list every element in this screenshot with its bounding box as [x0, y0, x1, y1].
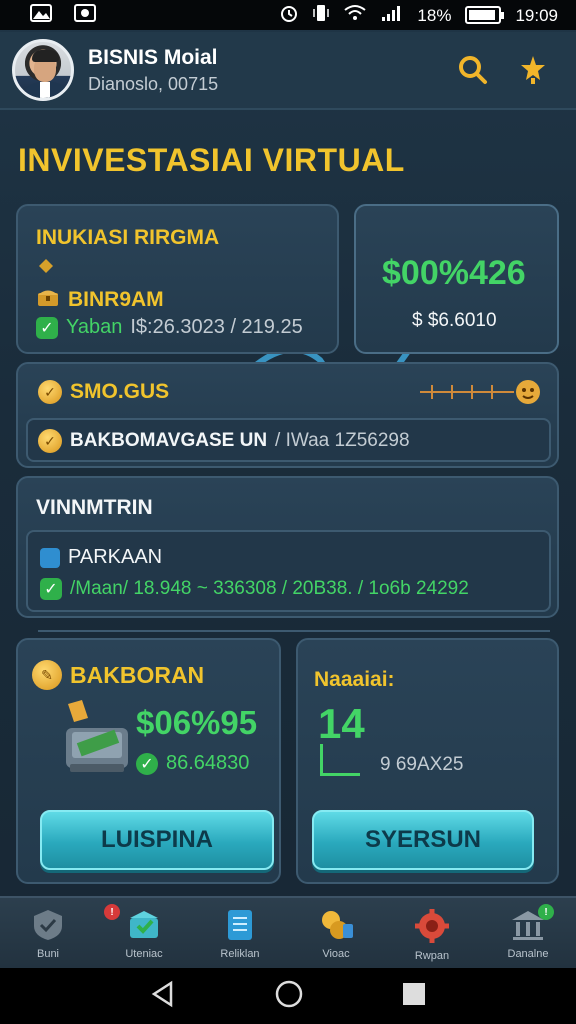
lock-icon — [40, 547, 60, 568]
coins-icon — [322, 911, 353, 939]
wide-card[interactable]: VINNMTRIN PARKAAN ✓ /Maan/ 18.948 ~ 3363… — [16, 476, 559, 618]
counter-action-button[interactable]: SYERSUN — [312, 810, 534, 870]
investment-item-label: BINR9AM — [68, 287, 164, 311]
bottom-navigation: Buni ! Uteniac Reliklan Vioac Rwpan ! Da… — [0, 896, 576, 968]
cash-machine-icon — [58, 698, 134, 785]
value-card-amount: $00%426 — [382, 254, 526, 292]
wide-card-row-text: /Maan/ 18.948 ~ 336308 / 20B38. / 1o6b 2… — [70, 578, 469, 599]
savings-action-button[interactable]: LUISPINA — [40, 810, 274, 870]
star-icon — [521, 56, 545, 84]
value-card-sub: $ $6.6010 — [412, 310, 497, 331]
status-bar: 18% 19:09 — [0, 0, 576, 30]
divider — [38, 630, 550, 632]
coin-icon: ✎ — [32, 660, 62, 690]
back-icon[interactable] — [149, 980, 177, 1013]
bonus-label: SMO.GUS — [70, 380, 170, 403]
box-icon — [130, 911, 158, 938]
clock-time: 19:09 — [515, 5, 558, 25]
investment-card-title: INUKIASI RIRGMA — [36, 226, 220, 249]
nav-item-danalne[interactable]: ! Danalne — [488, 904, 568, 960]
alarm-icon — [279, 3, 299, 28]
savings-title: BAKBORAN — [70, 661, 205, 688]
savings-sub-value: 86.64830 — [166, 752, 250, 774]
nav-item-reliklan[interactable]: Reliklan — [200, 908, 280, 960]
document-icon — [228, 910, 252, 940]
nav-label: Rwpan — [414, 950, 450, 962]
gallery-notification-icon — [74, 3, 96, 27]
system-navigation — [0, 968, 576, 1024]
bonus-row-value: / IWaa 1Z56298 — [275, 430, 410, 451]
face-icon — [514, 378, 542, 411]
home-icon[interactable] — [274, 979, 304, 1014]
chest-icon — [36, 286, 60, 313]
bracket-graphic — [320, 744, 360, 776]
coin-icon: ✓ — [38, 429, 62, 453]
savings-value: $06%95 — [136, 704, 258, 741]
counter-label: Naaaiai: — [314, 668, 395, 691]
nav-item-rwpan[interactable]: Rwpan — [392, 908, 472, 962]
vibrate-icon — [313, 3, 330, 28]
header-subtitle: Dianoslo, 00715 — [88, 73, 219, 94]
nav-item-vioac[interactable]: Vioac — [296, 908, 376, 960]
bonus-row-text: BAKBOMAVGASE UN — [70, 430, 268, 451]
wifi-icon — [343, 4, 367, 27]
bonus-row[interactable]: ✓ BAKBOMAVGASE UN / IWaa 1Z56298 — [26, 418, 551, 462]
notification-badge: ! — [104, 904, 120, 920]
signal-icon — [381, 4, 403, 27]
nav-label: Buni — [36, 948, 60, 960]
investment-status-label: Yaban — [66, 316, 123, 338]
coin-icon: ✓ — [38, 380, 62, 404]
nav-label: Danalne — [507, 948, 549, 960]
battery-percent: 18% — [417, 5, 452, 25]
counter-sub-value: 9 69AX25 — [380, 754, 464, 775]
search-icon — [459, 56, 487, 84]
battery-icon — [465, 6, 505, 24]
shield-check-icon — [34, 910, 62, 940]
diamond-icon — [38, 258, 54, 279]
image-notification-icon — [30, 3, 52, 27]
nav-label: Uteniac — [125, 948, 163, 960]
gear-icon — [415, 909, 449, 943]
nav-item-uteniac[interactable]: ! Uteniac — [104, 904, 184, 960]
nav-label: Vioac — [322, 948, 350, 960]
nav-item-buni[interactable]: Buni — [8, 908, 88, 960]
progress-ticks-graphic — [418, 382, 518, 407]
check-icon: ✓ — [40, 578, 62, 600]
check-icon: ✓ — [136, 752, 158, 775]
nav-label: Reliklan — [220, 948, 260, 960]
wide-card-title: VINNMTRIN — [36, 496, 153, 519]
page-title: INVIVESTASIAI VIRTUAL — [18, 142, 405, 178]
wide-card-panel[interactable]: PARKAAN ✓ /Maan/ 18.948 ~ 336308 / 20B38… — [26, 530, 551, 612]
search-button[interactable] — [452, 49, 494, 91]
value-card[interactable]: $00%426 $ $6.6010 — [354, 204, 559, 354]
counter-number: 14 — [318, 700, 365, 747]
recent-apps-icon[interactable] — [401, 981, 427, 1012]
header-title: BISNIS Moial — [88, 45, 218, 69]
favorite-button[interactable] — [512, 49, 554, 91]
check-icon: ✓ — [36, 316, 58, 339]
app-header: BISNIS Moial Dianoslo, 00715 — [0, 32, 576, 110]
investment-status-value: I$:26.3023 / 219.25 — [130, 316, 303, 338]
avatar[interactable] — [12, 39, 74, 101]
bonus-card[interactable]: ✓ SMO.GUS ✓ BAKBOMAVGASE UN / IWaa 1Z562… — [16, 362, 559, 468]
notification-badge: ! — [538, 904, 554, 920]
wide-card-item-label: PARKAAN — [68, 546, 163, 568]
investment-card[interactable]: INUKIASI RIRGMA BINR9AM ✓ Yaban I$:26.30… — [16, 204, 339, 354]
